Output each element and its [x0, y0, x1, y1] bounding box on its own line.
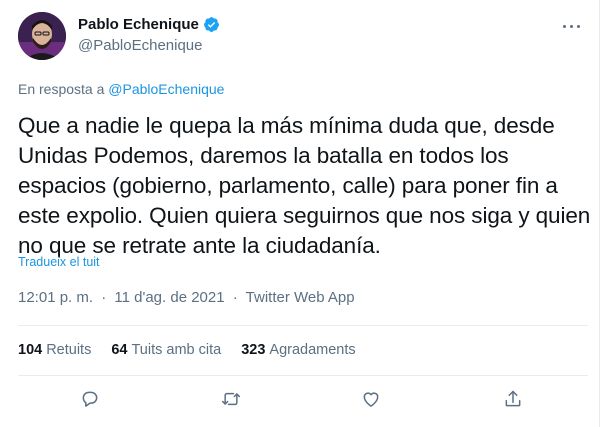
tweet-actions	[0, 384, 600, 414]
likes-label: Agradaments	[269, 342, 356, 358]
author-names: Pablo Echenique @PabloEchenique	[78, 16, 220, 54]
verified-badge-icon	[203, 17, 219, 32]
retweets-stat[interactable]: 104 Retuits	[18, 342, 91, 358]
author-handle[interactable]: @PabloEchenique	[78, 37, 220, 54]
quotes-stat[interactable]: 64 Tuits amb cita	[111, 342, 221, 358]
quotes-count: 64	[111, 342, 128, 358]
tweet-stats: 104 Retuits 64 Tuits amb cita 323 Agradamen…	[18, 342, 356, 358]
tweet-date[interactable]: 11 d'ag. de 2021	[114, 289, 224, 306]
tweet-time[interactable]: 12:01 p. m.	[18, 289, 93, 306]
like-button[interactable]	[356, 384, 386, 414]
more-horizontal-icon[interactable]	[560, 16, 584, 36]
reply-button[interactable]	[75, 384, 105, 414]
likes-count: 323	[241, 342, 266, 358]
tweet-source[interactable]: Twitter Web App	[246, 289, 355, 306]
retweet-icon	[221, 392, 241, 406]
meta-separator: ·	[101, 289, 107, 306]
meta-separator: ·	[232, 289, 238, 306]
reply-handle-link[interactable]: @PabloEchenique	[108, 81, 224, 97]
heart-icon	[363, 392, 379, 407]
translate-tweet-link[interactable]: Tradueix el tuit	[18, 255, 100, 269]
reply-prefix: En resposta a	[18, 81, 105, 97]
display-name[interactable]: Pablo Echenique	[78, 16, 199, 33]
avatar[interactable]	[18, 12, 66, 60]
tweet-card: Pablo Echenique @PabloEchenique En respo…	[0, 0, 600, 427]
divider	[18, 325, 588, 326]
retweet-button[interactable]	[216, 384, 246, 414]
retweets-count: 104	[18, 342, 43, 358]
divider	[18, 375, 588, 376]
quotes-label: Tuits amb cita	[131, 342, 222, 358]
tweet-header: Pablo Echenique @PabloEchenique	[18, 12, 588, 62]
retweets-label: Retuits	[46, 342, 92, 358]
tweet-meta: 12:01 p. m. · 11 d'ag. de 2021 · Twitter…	[18, 289, 355, 306]
tweet-text: Que a nadie le quepa la más mínima duda …	[18, 113, 591, 258]
reply-context: En resposta a @PabloEchenique	[18, 81, 224, 97]
reply-icon	[82, 391, 98, 407]
share-icon	[505, 390, 521, 407]
display-name-row: Pablo Echenique	[78, 16, 220, 33]
share-button[interactable]	[498, 384, 528, 414]
avatar-image	[18, 12, 66, 60]
likes-stat[interactable]: 323 Agradaments	[241, 342, 355, 358]
